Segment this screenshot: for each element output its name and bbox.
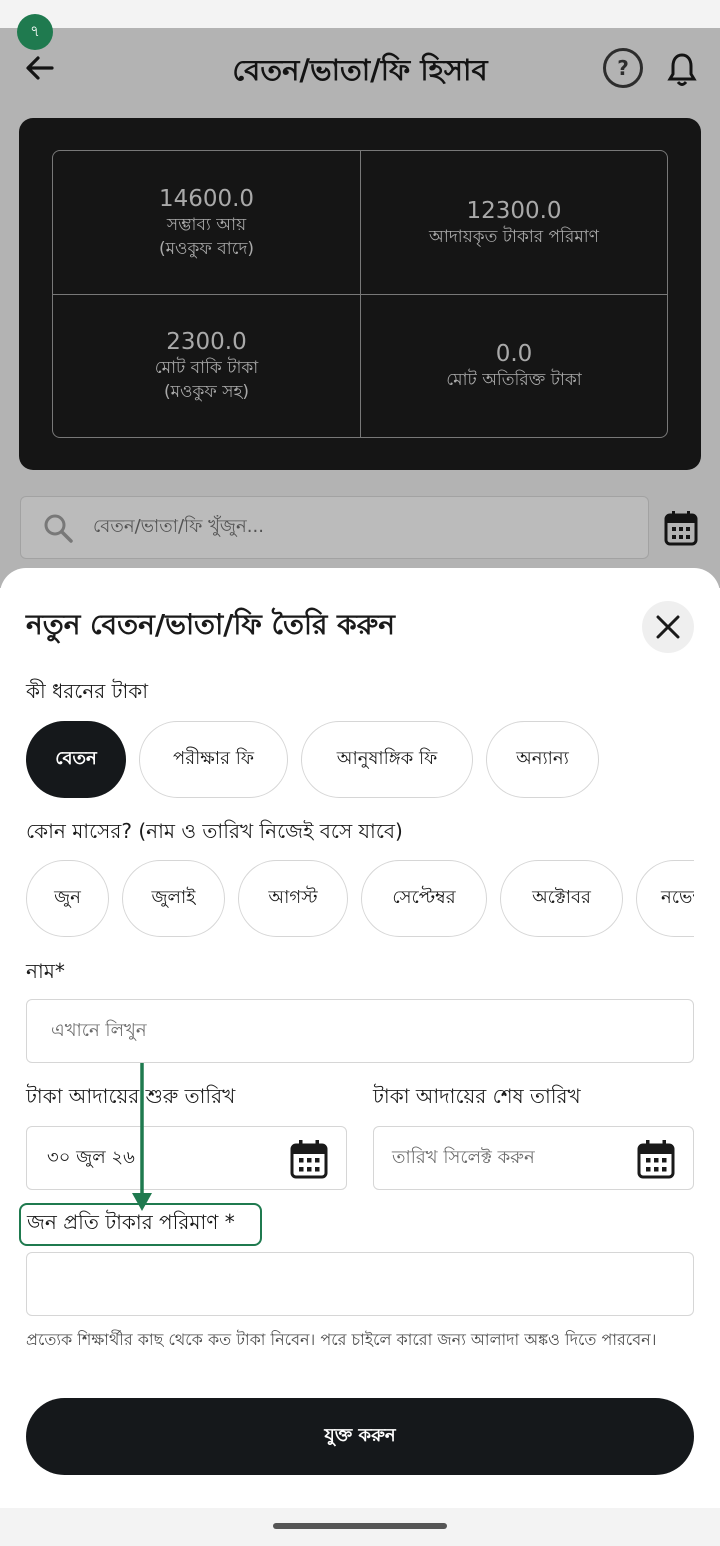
name-placeholder: এখানে লিখুন <box>51 1019 147 1041</box>
sheet-title: নতুন বেতন/ভাতা/ফি তৈরি করুন <box>26 608 395 641</box>
start-date-field[interactable]: ৩০ জুল ২৬ <box>26 1126 347 1190</box>
close-button[interactable] <box>642 601 694 653</box>
status-bar <box>0 0 720 28</box>
month-chip-november[interactable]: নভেম্বর <box>636 860 694 937</box>
month-chip-row: জুন জুলাই আগস্ট সেপ্টেম্বর অক্টোবর নভেম্… <box>0 860 694 940</box>
calendar-icon <box>637 1140 675 1179</box>
month-chip-october[interactable]: অক্টোবর <box>500 860 623 937</box>
home-indicator[interactable] <box>273 1523 447 1529</box>
month-chip-september[interactable]: সেপ্টেম্বর <box>361 860 487 937</box>
month-chip-june[interactable]: জুন <box>26 860 109 937</box>
start-date-value: ৩০ জুল ২৬ <box>47 1146 135 1168</box>
amount-label: জন প্রতি টাকার পরিমাণ * <box>19 1203 262 1246</box>
type-label: কী ধরনের টাকা <box>26 679 149 703</box>
submit-button[interactable]: যুক্ত করুন <box>26 1398 694 1475</box>
amount-helper-text: প্রত্যেক শিক্ষার্থীর কাছ থেকে কত টাকা নি… <box>26 1330 657 1349</box>
month-chip-july[interactable]: জুলাই <box>122 860 225 937</box>
type-chip-misc-fee[interactable]: আনুষাঙ্গিক ফি <box>301 721 473 798</box>
step-badge: ৭ <box>17 14 53 50</box>
end-date-field[interactable]: তারিখ সিলেক্ট করুন <box>373 1126 694 1190</box>
modal-scrim[interactable] <box>0 28 720 588</box>
end-date-label: টাকা আদায়ের শেষ তারিখ <box>373 1084 581 1108</box>
type-chip-exam-fee[interactable]: পরীক্ষার ফি <box>139 721 288 798</box>
type-chip-salary[interactable]: বেতন <box>26 721 126 798</box>
month-chip-august[interactable]: আগস্ট <box>238 860 348 937</box>
name-field[interactable]: এখানে লিখুন <box>26 999 694 1063</box>
name-label: নাম* <box>26 959 65 983</box>
calendar-icon <box>290 1140 328 1179</box>
tutorial-arrow-icon <box>132 1063 152 1211</box>
type-chip-other[interactable]: অন্যান্য <box>486 721 599 798</box>
close-icon <box>656 615 680 639</box>
month-label: কোন মাসের? (নাম ও তারিখ নিজেই বসে যাবে) <box>26 819 403 843</box>
amount-field[interactable] <box>26 1252 694 1316</box>
end-date-placeholder: তারিখ সিলেক্ট করুন <box>392 1146 535 1168</box>
